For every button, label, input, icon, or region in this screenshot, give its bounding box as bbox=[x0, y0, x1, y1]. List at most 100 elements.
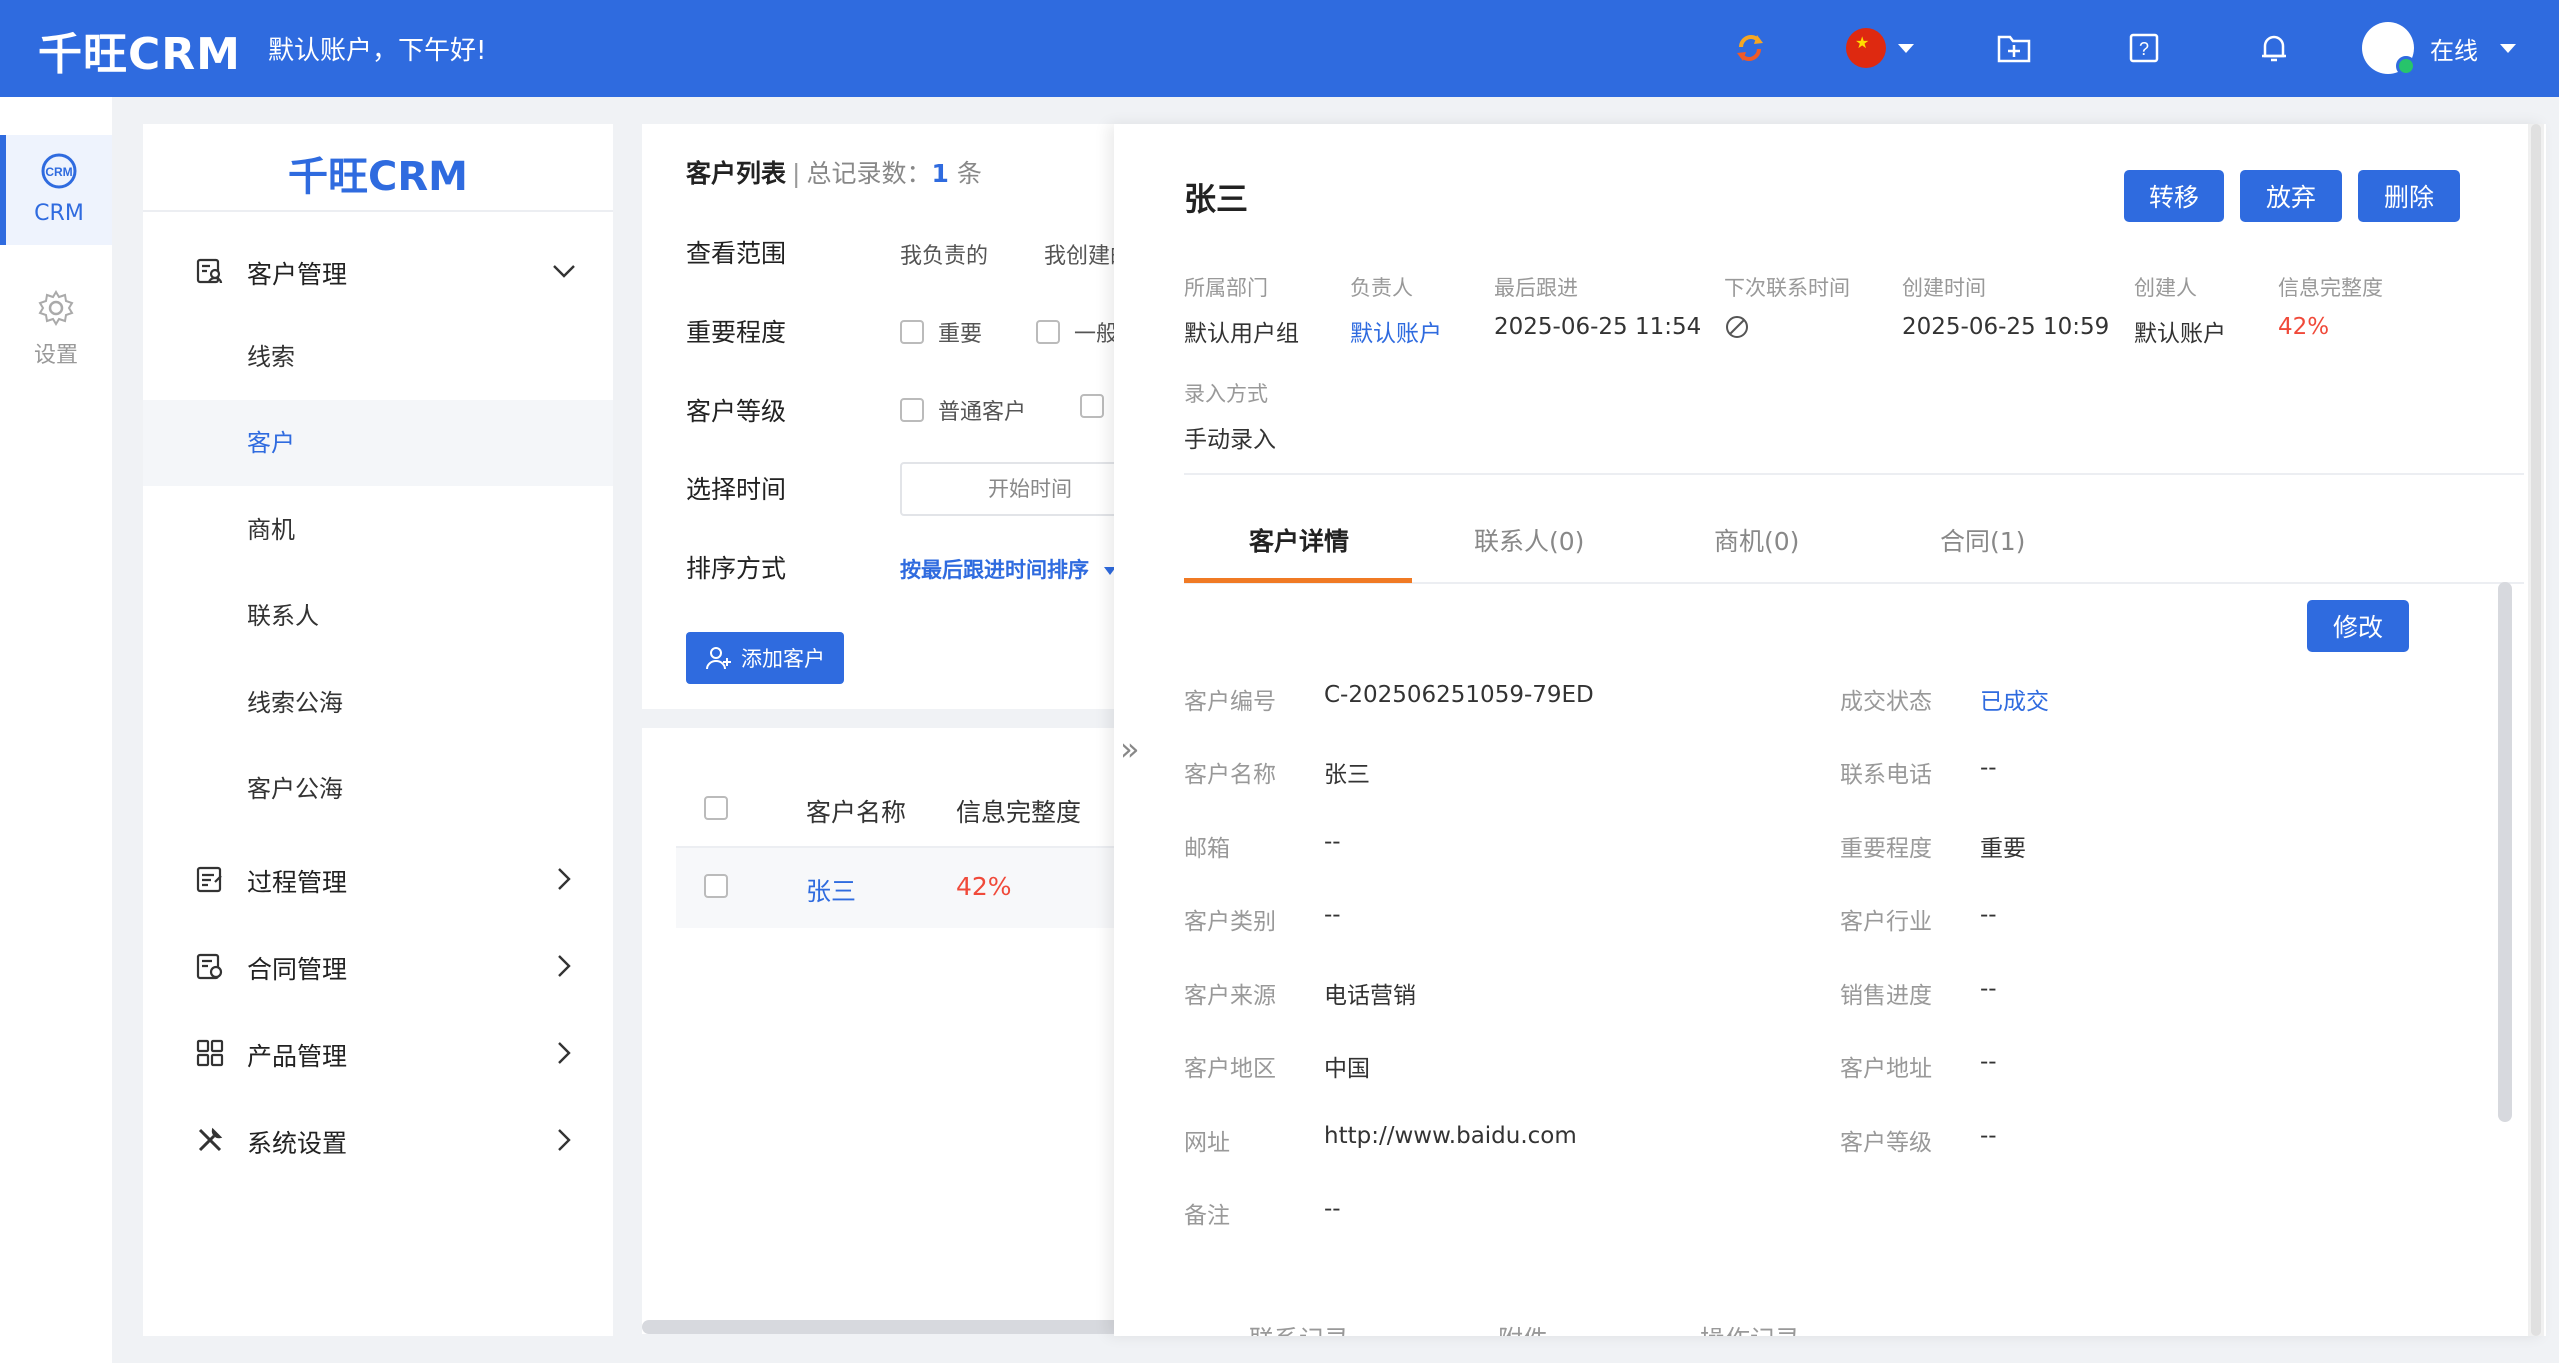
menu-group-process[interactable]: 过程管理 bbox=[143, 850, 613, 908]
tools-icon bbox=[198, 1127, 223, 1152]
china-flag-icon: ★ bbox=[1846, 28, 1886, 68]
add-user-icon bbox=[706, 647, 731, 670]
menu-group-label: 系统设置 bbox=[247, 1129, 348, 1158]
filter-label-importance: 重要程度 bbox=[686, 318, 787, 347]
user-menu[interactable]: 在线 bbox=[2362, 22, 2516, 76]
meta-label: 所属部门 bbox=[1184, 276, 1268, 300]
detail-scrollbar[interactable] bbox=[2498, 582, 2512, 1122]
page-scrollbar[interactable] bbox=[2528, 124, 2544, 1336]
field-label: 客户来源 bbox=[1184, 983, 1276, 1009]
field-label: 客户名称 bbox=[1184, 762, 1276, 788]
field-value: -- bbox=[1980, 1123, 1997, 1149]
abandon-button[interactable]: 放弃 bbox=[2240, 170, 2342, 222]
rail-label: 设置 bbox=[33, 343, 78, 368]
add-customer-button[interactable]: 添加客户 bbox=[686, 632, 844, 684]
rail-item-crm[interactable]: CRM CRM bbox=[0, 135, 112, 245]
sync-icon[interactable] bbox=[1728, 26, 1772, 70]
filter-level-other[interactable] bbox=[1080, 394, 1118, 418]
no-entry-icon bbox=[1724, 314, 1750, 346]
horizontal-scrollbar[interactable] bbox=[642, 1320, 1122, 1334]
customer-name-link[interactable]: 张三 bbox=[806, 872, 856, 908]
help-icon[interactable]: ? bbox=[2122, 26, 2166, 70]
field-label: 销售进度 bbox=[1840, 983, 1932, 1009]
menu-group-label: 合同管理 bbox=[247, 955, 348, 984]
menu-group-product[interactable]: 产品管理 bbox=[143, 1024, 613, 1082]
table-row[interactable]: 张三 42% bbox=[676, 848, 1146, 928]
field-value: -- bbox=[1324, 829, 1341, 855]
owner-link[interactable]: 默认账户 bbox=[1350, 314, 1442, 348]
filter-importance-high[interactable]: 重要 bbox=[900, 316, 982, 348]
filter-label-level: 客户等级 bbox=[686, 397, 787, 426]
menu-group-label: 产品管理 bbox=[247, 1042, 348, 1071]
tab-customer-detail[interactable]: 客户详情 bbox=[1249, 522, 1349, 558]
table-header: 客户名称 信息完整度 bbox=[676, 768, 1146, 848]
deal-status-value: 已成交 bbox=[1980, 689, 2049, 715]
sidebar-item-contacts[interactable]: 联系人 bbox=[143, 573, 613, 659]
edit-button[interactable]: 修改 bbox=[2307, 600, 2409, 652]
menu-group-system[interactable]: 系统设置 bbox=[143, 1111, 613, 1169]
filter-level-normal[interactable]: 普通客户 bbox=[900, 394, 1026, 426]
checkbox[interactable] bbox=[1036, 320, 1060, 344]
collapse-drawer-icon[interactable]: » bbox=[1120, 730, 1140, 768]
sidebar-item-customer-pool[interactable]: 客户公海 bbox=[143, 746, 613, 832]
tab-operation-log[interactable]: 操作记录 bbox=[1700, 1320, 1800, 1336]
tab-contracts[interactable]: 合同(1) bbox=[1940, 522, 2025, 558]
field-label: 网址 bbox=[1184, 1130, 1230, 1156]
meta-value: 2025-06-25 10:59 bbox=[1902, 314, 2110, 340]
meta-label: 创建时间 bbox=[1902, 276, 1986, 300]
column-header: 客户名称 bbox=[806, 798, 907, 827]
completeness-value: 42% bbox=[956, 872, 1012, 901]
checkbox[interactable] bbox=[900, 320, 924, 344]
column-header: 信息完整度 bbox=[956, 798, 1082, 827]
tab-contacts[interactable]: 联系人(0) bbox=[1474, 522, 1584, 558]
greeting-text: 默认账户，下午好! bbox=[268, 36, 487, 66]
field-value: 中国 bbox=[1324, 1056, 1370, 1082]
divider bbox=[1184, 473, 2524, 475]
sidebar-item-opportunities[interactable]: 商机 bbox=[143, 487, 613, 573]
menu-group-contract[interactable]: 合同管理 bbox=[143, 937, 613, 995]
product-manage-icon bbox=[196, 1039, 224, 1067]
meta-value: 手动录入 bbox=[1184, 427, 1276, 453]
sidebar-brand: 千旺CRM bbox=[143, 124, 613, 212]
delete-button[interactable]: 删除 bbox=[2358, 170, 2460, 222]
folder-add-icon[interactable] bbox=[1992, 26, 2036, 70]
contract-manage-icon bbox=[196, 953, 223, 980]
customer-list-panel: 客户列表 | 总记录数：1 条 查看范围 我负责的 我创建的 重要程度 重要 一般 … bbox=[642, 124, 1160, 709]
field-label: 客户地区 bbox=[1184, 1056, 1276, 1082]
field-label: 客户类别 bbox=[1184, 909, 1276, 935]
chevron-right-icon bbox=[558, 868, 571, 890]
menu-group-customer[interactable]: 客户管理 bbox=[143, 242, 613, 300]
sidebar-item-leads[interactable]: 线索 bbox=[143, 314, 613, 400]
filter-importance-normal[interactable]: 一般 bbox=[1036, 316, 1118, 348]
sort-dropdown[interactable]: 按最后跟进时间排序 bbox=[900, 554, 1117, 584]
sidebar-item-lead-pool[interactable]: 线索公海 bbox=[143, 660, 613, 746]
tab-contact-records[interactable]: 联系记录 bbox=[1249, 1320, 1349, 1336]
field-label: 客户编号 bbox=[1184, 689, 1276, 715]
menu-group-label: 过程管理 bbox=[247, 868, 348, 897]
field-label: 成交状态 bbox=[1840, 689, 1932, 715]
row-checkbox[interactable] bbox=[704, 874, 728, 898]
field-value: 重要 bbox=[1980, 836, 2026, 862]
transfer-button[interactable]: 转移 bbox=[2124, 170, 2224, 222]
language-switch[interactable]: ★ bbox=[1840, 26, 1920, 70]
avatar bbox=[2362, 22, 2416, 76]
rail-item-settings[interactable]: 设置 bbox=[0, 289, 112, 389]
meta-label: 最后跟进 bbox=[1494, 276, 1578, 300]
svg-text:CRM: CRM bbox=[45, 165, 72, 179]
caret-down-icon bbox=[1898, 43, 1914, 53]
customer-manage-icon bbox=[196, 258, 223, 284]
app-logo[interactable]: 千旺CRM bbox=[38, 18, 241, 82]
scroll-thumb[interactable] bbox=[2531, 124, 2541, 1336]
checkbox[interactable] bbox=[900, 398, 924, 422]
filter-scope-mine[interactable]: 我负责的 bbox=[900, 238, 988, 270]
checkbox[interactable] bbox=[1080, 394, 1104, 418]
bell-icon[interactable] bbox=[2252, 26, 2296, 70]
select-all-checkbox[interactable] bbox=[704, 796, 728, 820]
tab-opportunities[interactable]: 商机(0) bbox=[1714, 522, 1799, 558]
completeness-value: 42% bbox=[2278, 314, 2330, 340]
meta-label: 录入方式 bbox=[1184, 382, 1268, 406]
sidebar-item-customers[interactable]: 客户 bbox=[143, 400, 613, 486]
user-status: 在线 bbox=[2430, 36, 2478, 65]
tab-attachments[interactable]: 附件 bbox=[1498, 1320, 1548, 1336]
list-title: 客户列表 | 总记录数：1 条 bbox=[686, 159, 982, 188]
